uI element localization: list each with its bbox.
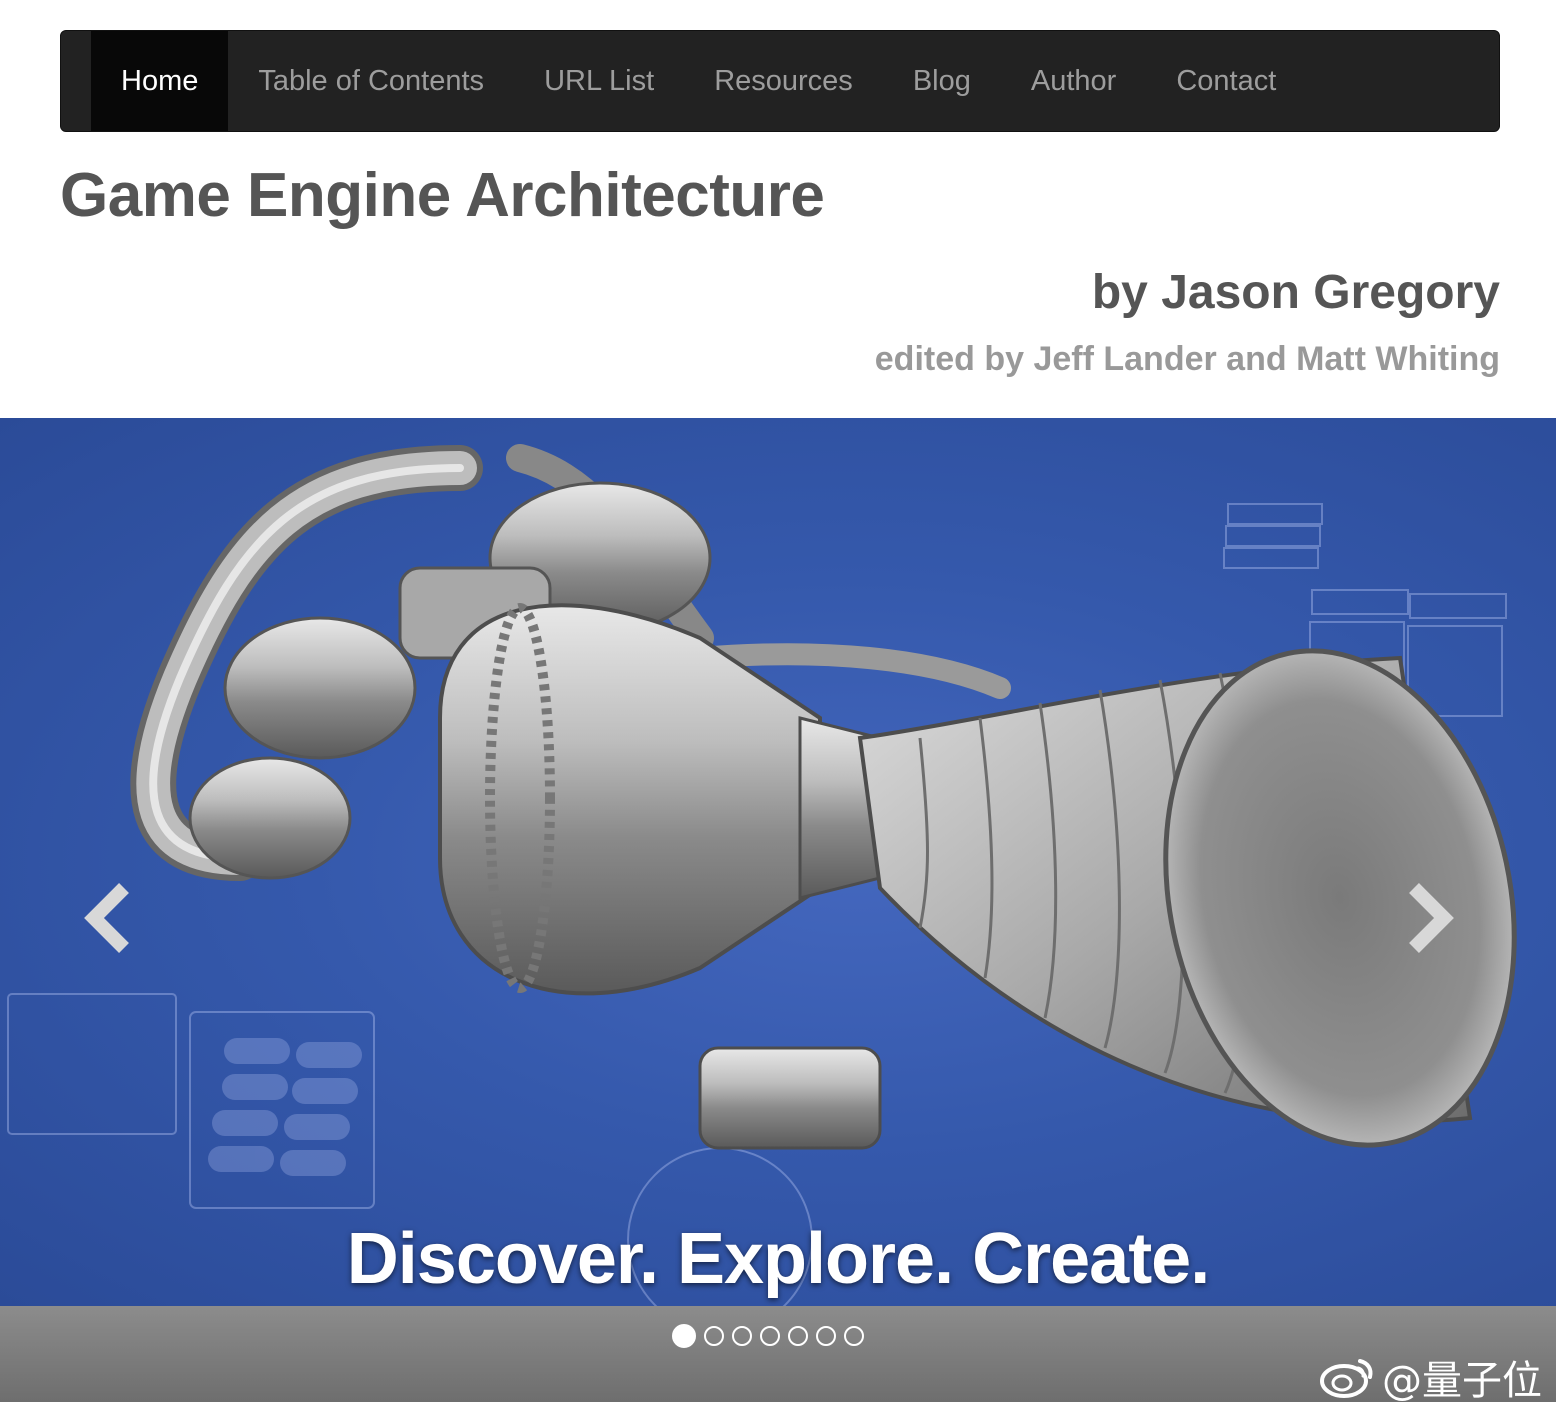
page: Home Table of Contents URL List Resource…	[0, 0, 1556, 1402]
nav-item-author[interactable]: Author	[1001, 31, 1146, 131]
carousel-indicator-1[interactable]	[672, 1324, 696, 1348]
carousel-prev-button[interactable]	[80, 878, 140, 958]
carousel-indicator-6[interactable]	[816, 1326, 836, 1346]
top-navbar: Home Table of Contents URL List Resource…	[60, 30, 1500, 132]
carousel-indicators	[672, 1324, 864, 1348]
nav-item-blog[interactable]: Blog	[883, 31, 1001, 131]
nav-item-resources[interactable]: Resources	[684, 31, 883, 131]
carousel-indicator-7[interactable]	[844, 1326, 864, 1346]
nav-item-contact[interactable]: Contact	[1146, 31, 1306, 131]
slide-image	[0, 418, 1556, 1306]
nav-list: Home Table of Contents URL List Resource…	[61, 31, 1499, 131]
chevron-right-icon	[1409, 883, 1454, 953]
nav-item-url-list[interactable]: URL List	[514, 31, 684, 131]
nav-item-table-of-contents[interactable]: Table of Contents	[228, 31, 514, 131]
nav-item-home[interactable]: Home	[91, 31, 229, 131]
carousel-indicator-4[interactable]	[760, 1326, 780, 1346]
weibo-icon	[1320, 1359, 1373, 1398]
carousel-indicator-5[interactable]	[788, 1326, 808, 1346]
carousel-caption: Discover. Explore. Create.	[346, 1219, 1210, 1299]
rocket-engine-illustration	[7, 444, 1517, 1306]
editors-line: edited by Jeff Lander and Matt Whiting	[874, 340, 1500, 378]
watermark-text: @量子位	[1382, 1358, 1542, 1402]
carousel-next-button[interactable]	[1398, 878, 1458, 958]
carousel-footer: @量子位	[0, 1306, 1556, 1402]
page-title: Game Engine Architecture	[60, 161, 825, 230]
hero-carousel: Discover. Explore. Create. @量子位	[0, 418, 1556, 1402]
chevron-left-icon	[84, 883, 129, 953]
carousel-indicator-3[interactable]	[732, 1326, 752, 1346]
watermark: @量子位	[1320, 1348, 1542, 1402]
carousel-indicator-2[interactable]	[704, 1326, 724, 1346]
author-line: by Jason Gregory	[1091, 266, 1500, 319]
